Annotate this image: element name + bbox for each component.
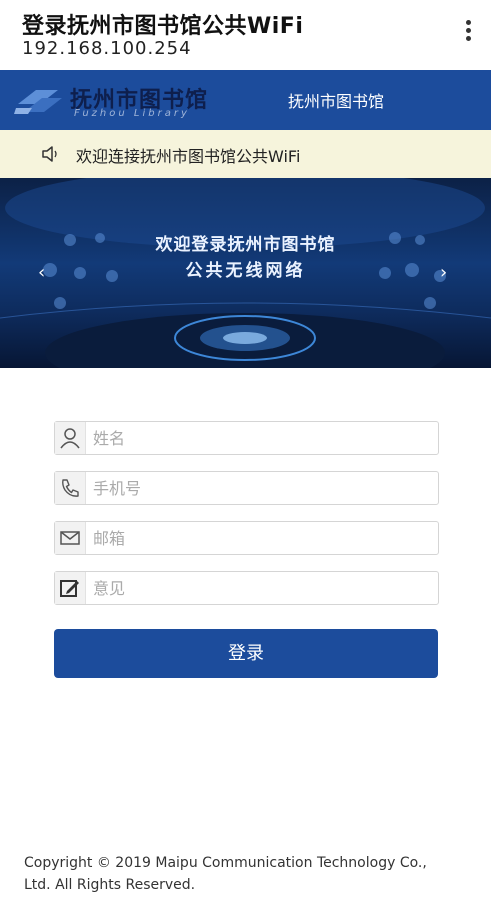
notice-bar: 欢迎连接抚州市图书馆公共WiFi (0, 130, 491, 178)
email-input[interactable] (93, 526, 423, 550)
browser-bar: 登录抚州市图书馆公共WiFi 192.168.100.254 (0, 0, 491, 70)
header-title: 抚州市图书馆 (288, 92, 385, 111)
feedback-input[interactable] (93, 576, 423, 600)
menu-icon[interactable] (461, 20, 475, 46)
phone-input[interactable] (93, 476, 423, 500)
user-icon (55, 422, 86, 454)
url-text: 192.168.100.254 (22, 38, 192, 59)
footer-line-1: Copyright © 2019 Maipu Communication Tec… (24, 855, 427, 871)
notice-text: 欢迎连接抚州市图书馆公共WiFi (76, 147, 301, 166)
phone-icon (55, 472, 86, 504)
footer-line-2: Ltd. All Rights Reserved. (24, 877, 196, 893)
banner-carousel[interactable]: 欢迎登录抚州市图书馆 公共无线网络 ‹ › (0, 178, 491, 368)
carousel-next-button[interactable]: › (440, 262, 447, 283)
library-logo-icon (14, 90, 62, 114)
site-header: 抚州市图书馆 Fuzhou Library 抚州市图书馆 (0, 70, 491, 130)
name-field[interactable] (54, 421, 439, 455)
edit-icon (55, 572, 86, 604)
page-title: 登录抚州市图书馆公共WiFi (22, 14, 304, 39)
phone-field[interactable] (54, 471, 439, 505)
speaker-icon (42, 146, 57, 162)
feedback-field[interactable] (54, 571, 439, 605)
banner-line-1: 欢迎登录抚州市图书馆 (155, 235, 336, 255)
library-logo[interactable]: 抚州市图书馆 Fuzhou Library (14, 80, 214, 120)
footer-copyright: Copyright © 2019 Maipu Communication Tec… (24, 852, 474, 896)
name-input[interactable] (93, 426, 423, 450)
banner-line-2: 公共无线网络 (185, 261, 306, 281)
mail-icon (55, 522, 86, 554)
login-button[interactable]: 登录 (54, 629, 438, 678)
carousel-prev-button[interactable]: ‹ (38, 262, 45, 283)
email-field[interactable] (54, 521, 439, 555)
logo-text-en: Fuzhou Library (74, 108, 190, 119)
